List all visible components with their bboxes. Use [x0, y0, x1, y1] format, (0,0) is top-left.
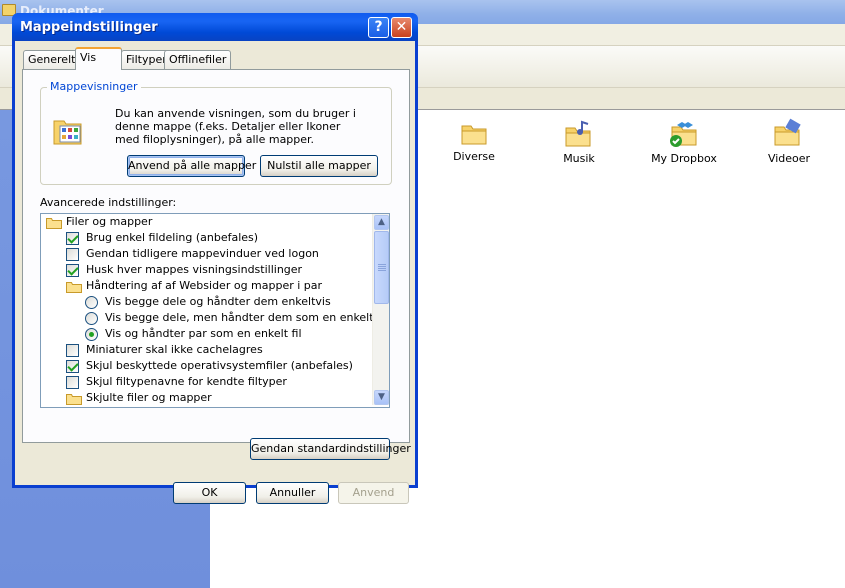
scroll-down-icon[interactable]: ▼: [374, 390, 389, 405]
apply-to-all-folders-button[interactable]: Anvend på alle mapper: [127, 155, 256, 177]
dialog-titlebar[interactable]: Mappeindstillinger ? ✕: [12, 13, 418, 41]
folder-label: Videoer: [767, 152, 811, 165]
advanced-settings-tree[interactable]: Filer og mapper Brug enkel fildeling (an…: [40, 213, 390, 408]
folder-views-icon: [53, 120, 82, 145]
checkbox[interactable]: [66, 264, 79, 277]
tree-label: Gendan tidligere mappevinduer ved logon: [86, 247, 319, 260]
tree-label: Filer og mapper: [66, 215, 153, 228]
group-title: Mappevisninger: [47, 80, 141, 93]
folder-views-description: Du kan anvende visningen, som du bruger …: [115, 107, 356, 146]
folder-label: Musik: [563, 152, 595, 165]
folder-options-dialog: Mappeindstillinger ? ✕ Generelt Vis Filt…: [12, 13, 418, 504]
checkbox[interactable]: [66, 376, 79, 389]
tree-label: Skjulte filer og mapper: [86, 391, 212, 404]
tree-label: Håndtering af af Websider og mapper i pa…: [86, 279, 323, 292]
tree-scrollbar[interactable]: ▲ ▼: [372, 214, 389, 405]
dialog-body: Generelt Vis Filtyper Offlinefiler Mappe…: [15, 41, 415, 504]
folder-icon: [46, 218, 62, 229]
tree-label: Skjul filtypenavne for kendte filtyper: [86, 375, 287, 388]
checkbox[interactable]: [66, 344, 79, 357]
checkbox[interactable]: [66, 248, 79, 261]
folder-item-videoer[interactable]: Videoer: [749, 118, 829, 165]
radio-button[interactable]: [85, 296, 98, 309]
help-button[interactable]: ?: [368, 17, 389, 38]
checkbox[interactable]: [66, 360, 79, 373]
dialog-title: Mappeindstillinger: [20, 20, 158, 35]
cancel-button[interactable]: Annuller: [256, 482, 329, 504]
tree-label: Vis begge dele og håndter dem enkeltvis: [105, 295, 331, 308]
grip-icon: [378, 264, 386, 271]
checkbox[interactable]: [66, 232, 79, 245]
folder-icon: [461, 125, 487, 145]
tree-label: Husk hver mappes visningsindstillinger: [86, 263, 303, 276]
tree-label: Brug enkel fildeling (anbefales): [86, 231, 259, 244]
folder-item-musik[interactable]: Musik: [539, 120, 619, 165]
apply-button[interactable]: Anvend: [338, 482, 409, 504]
advanced-settings-label: Avancerede indstillinger:: [40, 196, 177, 209]
tree-label: Miniaturer skal ikke cachelagres: [86, 343, 263, 356]
close-button[interactable]: ✕: [391, 17, 412, 38]
tab-generelt[interactable]: Generelt: [23, 50, 81, 69]
music-folder-icon: [565, 120, 591, 147]
radio-button[interactable]: [85, 312, 98, 325]
tab-vis[interactable]: Vis: [75, 47, 122, 70]
restore-defaults-button[interactable]: Gendan standardindstillinger: [250, 438, 411, 460]
video-folder-icon: [774, 118, 801, 146]
folder-label: Diverse: [453, 150, 495, 163]
folder-item-my-dropbox[interactable]: My Dropbox: [644, 118, 724, 165]
folder-icon: [66, 282, 82, 293]
folder-icon: [66, 394, 82, 405]
folder-label: My Dropbox: [651, 152, 717, 165]
dropbox-folder-icon: [670, 122, 697, 147]
tab-offlinefiler[interactable]: Offlinefiler: [164, 50, 232, 69]
tree-label: Skjul beskyttede operativsystemfiler (an…: [86, 359, 353, 372]
ok-button[interactable]: OK: [173, 482, 246, 504]
scroll-up-icon[interactable]: ▲: [374, 215, 389, 230]
tree-label: Vis og håndter par som en enkelt fil: [105, 327, 302, 340]
reset-all-folders-button[interactable]: Nulstil alle mapper: [260, 155, 378, 177]
folder-item-diverse[interactable]: Diverse: [434, 120, 514, 163]
scroll-thumb[interactable]: [374, 231, 389, 304]
radio-button[interactable]: [85, 328, 98, 341]
tree-label: Vis begge dele, men håndter dem som en e…: [105, 311, 388, 324]
